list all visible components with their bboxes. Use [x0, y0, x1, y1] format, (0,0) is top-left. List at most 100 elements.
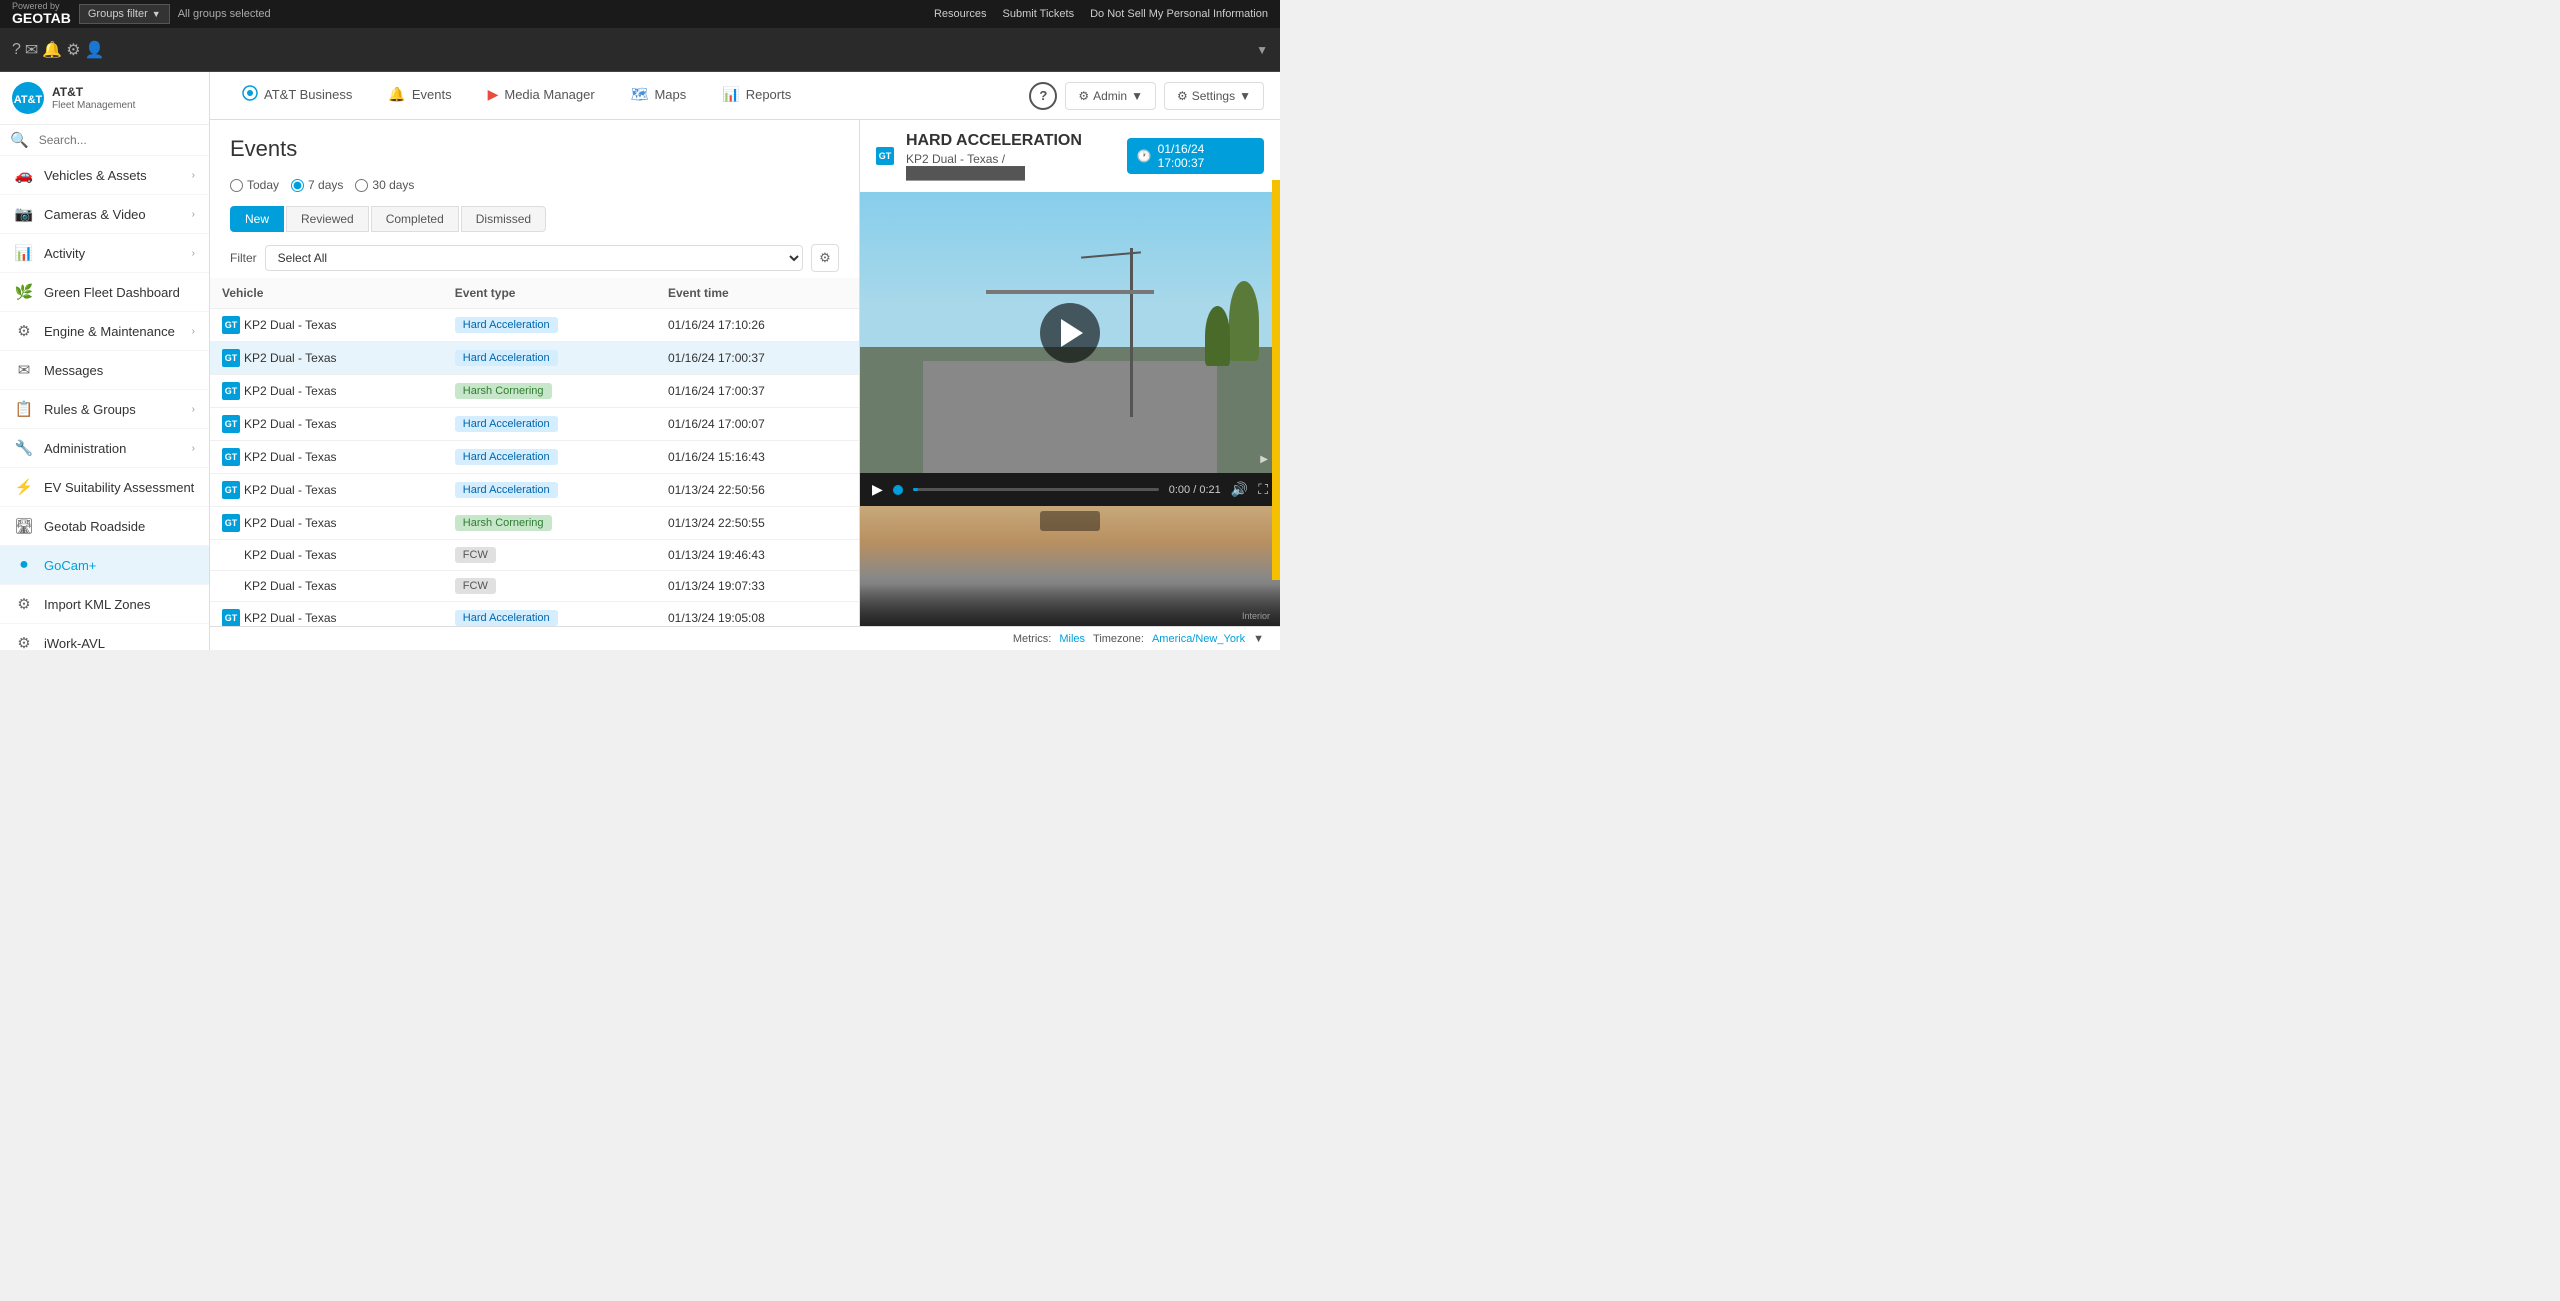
- footer-chevron-icon[interactable]: ▼: [1253, 633, 1264, 645]
- sidebar-item-engine[interactable]: ⚙ Engine & Maintenance ›: [0, 312, 209, 351]
- table-row[interactable]: KP2 Dual - TexasFCW01/13/24 19:46:43: [210, 540, 859, 571]
- sidebar-search-input[interactable]: [39, 133, 199, 147]
- sidebar-item-ev[interactable]: ⚡ EV Suitability Assessment: [0, 468, 209, 507]
- sidebar-item-vehicles[interactable]: 🚗 Vehicles & Assets ›: [0, 156, 209, 195]
- table-row[interactable]: GTKP2 Dual - TexasHard Acceleration01/16…: [210, 441, 859, 474]
- tab-new-btn[interactable]: New: [230, 206, 284, 232]
- radio-7days-input[interactable]: [291, 179, 304, 192]
- timezone-value[interactable]: America/New_York: [1152, 633, 1245, 645]
- tab-maps[interactable]: 🗺 Maps: [615, 78, 703, 113]
- import-kml-icon: ⚙: [14, 595, 34, 613]
- tab-dismissed-btn[interactable]: Dismissed: [461, 206, 546, 232]
- table-row[interactable]: GTKP2 Dual - TexasHard Acceleration01/13…: [210, 602, 859, 627]
- help-button[interactable]: ?: [1029, 82, 1057, 110]
- sidebar-item-green-fleet[interactable]: 🌿 Green Fleet Dashboard: [0, 273, 209, 312]
- table-row[interactable]: GTKP2 Dual - TexasHarsh Cornering01/16/2…: [210, 375, 859, 408]
- nav-bell-icon[interactable]: 🔔: [42, 40, 62, 60]
- att-business-icon: [242, 85, 258, 104]
- nav-question-icon[interactable]: ?: [12, 41, 21, 59]
- rules-icon: 📋: [14, 400, 34, 418]
- resources-link[interactable]: Resources: [934, 8, 987, 20]
- events-table-body: GTKP2 Dual - TexasHard Acceleration01/16…: [210, 309, 859, 627]
- tab-reviewed-btn[interactable]: Reviewed: [286, 206, 369, 232]
- radio-today-input[interactable]: [230, 179, 243, 192]
- sidebar-item-messages[interactable]: ✉ Messages: [0, 351, 209, 390]
- radio-7days[interactable]: 7 days: [291, 178, 343, 192]
- nav-gear-icon[interactable]: ⚙: [66, 40, 80, 60]
- rules-label: Rules & Groups: [44, 402, 182, 417]
- video-event-title: HARD ACCELERATION: [906, 132, 1127, 150]
- gt-badge: GT: [222, 316, 240, 334]
- tab-events[interactable]: 🔔 Events: [372, 78, 467, 113]
- nav-mail-icon[interactable]: ✉: [25, 40, 38, 60]
- col-vehicle-header: Vehicle: [210, 278, 443, 309]
- settings-button[interactable]: ⚙ Settings ▼: [1164, 82, 1264, 110]
- sidebar-item-administration[interactable]: 🔧 Administration ›: [0, 429, 209, 468]
- tab-att-business[interactable]: AT&T Business: [226, 77, 368, 114]
- admin-chevron-icon: ▼: [1131, 89, 1143, 103]
- tab-completed-btn[interactable]: Completed: [371, 206, 459, 232]
- geotab-logo: Powered by GEOTAB: [12, 2, 71, 26]
- nav-chevron-icon[interactable]: ▼: [1256, 43, 1268, 57]
- groups-filter-button[interactable]: Groups filter ▼: [79, 4, 170, 24]
- event-type-badge: Hard Acceleration: [455, 610, 558, 626]
- tab-media-manager[interactable]: ▶ Media Manager: [472, 78, 611, 113]
- video-timestamp: 🕐 01/16/24 17:00:37: [1127, 138, 1264, 174]
- metrics-value[interactable]: Miles: [1059, 633, 1085, 645]
- rules-chevron-icon: ›: [192, 404, 195, 415]
- video-play-button[interactable]: [1040, 303, 1100, 363]
- sidebar-search-item[interactable]: 🔍: [0, 125, 209, 156]
- vehicles-chevron-icon: ›: [192, 170, 195, 181]
- sidebar-item-geotab-roadside[interactable]: 🛣 Geotab Roadside: [0, 507, 209, 546]
- tab-reports[interactable]: 📊 Reports: [706, 78, 807, 113]
- event-time-cell: 01/13/24 19:07:33: [656, 571, 859, 602]
- table-row[interactable]: GTKP2 Dual - TexasHard Acceleration01/16…: [210, 408, 859, 441]
- groups-filter-arrow-icon: ▼: [152, 9, 161, 19]
- video-controls-play-icon[interactable]: ▶: [872, 481, 883, 498]
- filter-select[interactable]: Select All: [265, 245, 803, 271]
- table-row[interactable]: GTKP2 Dual - TexasHard Acceleration01/16…: [210, 309, 859, 342]
- video-progress-bar[interactable]: [913, 488, 1159, 491]
- iwork-label: iWork-AVL: [44, 636, 195, 651]
- radio-today[interactable]: Today: [230, 178, 279, 192]
- event-time-cell: 01/13/24 19:46:43: [656, 540, 859, 571]
- event-type-cell: Hard Acceleration: [443, 342, 656, 375]
- table-row[interactable]: GTKP2 Dual - TexasHarsh Cornering01/13/2…: [210, 507, 859, 540]
- sidebar-item-import-kml[interactable]: ⚙ Import KML Zones: [0, 585, 209, 624]
- sidebar-item-cameras[interactable]: 📷 Cameras & Video ›: [0, 195, 209, 234]
- maps-label: Maps: [654, 87, 686, 102]
- rearview-mirror: [1040, 511, 1100, 531]
- event-vehicle-cell: KP2 Dual - Texas: [210, 571, 443, 602]
- radio-30days-input[interactable]: [355, 179, 368, 192]
- events-status-tabs: New Reviewed Completed Dismissed: [210, 200, 859, 238]
- table-row[interactable]: GTKP2 Dual - TexasHard Acceleration01/13…: [210, 474, 859, 507]
- event-type-badge: Harsh Cornering: [455, 383, 552, 399]
- sidebar-item-rules[interactable]: 📋 Rules & Groups ›: [0, 390, 209, 429]
- svg-text:AT&T: AT&T: [14, 94, 42, 106]
- video-container[interactable]: ▶: [860, 192, 1280, 473]
- filter-icon-button[interactable]: ⚙: [811, 244, 839, 272]
- video-time-display: 0:00 / 0:21: [1169, 484, 1221, 496]
- col-event-type-header: Event type: [443, 278, 656, 309]
- radio-30days[interactable]: 30 days: [355, 178, 414, 192]
- video-progress-dot[interactable]: [893, 485, 903, 495]
- video-fullscreen-icon[interactable]: ⛶: [1258, 481, 1268, 498]
- sidebar-item-iwork[interactable]: ⚙ iWork-AVL: [0, 624, 209, 650]
- vehicle-name: KP2 Dual - Texas: [244, 483, 337, 497]
- event-type-badge: Hard Acceleration: [455, 482, 558, 498]
- radio-7days-label: 7 days: [308, 178, 343, 192]
- main-layout: AT&T AT&T Fleet Management 🔍 🚗 Vehicles …: [0, 72, 1280, 650]
- event-time-cell: 01/16/24 17:00:37: [656, 375, 859, 408]
- event-time-cell: 01/16/24 15:16:43: [656, 441, 859, 474]
- video-timestamp-text: 01/16/24 17:00:37: [1158, 142, 1254, 170]
- nav-user-icon[interactable]: 👤: [85, 40, 105, 60]
- table-row[interactable]: GTKP2 Dual - TexasHard Acceleration01/16…: [210, 342, 859, 375]
- submit-tickets-link[interactable]: Submit Tickets: [1003, 8, 1075, 20]
- sidebar-item-activity[interactable]: 📊 Activity ›: [0, 234, 209, 273]
- admin-button[interactable]: ⚙ Admin ▼: [1065, 82, 1156, 110]
- table-row[interactable]: KP2 Dual - TexasFCW01/13/24 19:07:33: [210, 571, 859, 602]
- do-not-sell-link[interactable]: Do Not Sell My Personal Information: [1090, 8, 1268, 20]
- administration-label: Administration: [44, 441, 182, 456]
- video-volume-icon[interactable]: 🔊: [1231, 481, 1248, 498]
- sidebar-item-gocam[interactable]: ● GoCam+: [0, 546, 209, 585]
